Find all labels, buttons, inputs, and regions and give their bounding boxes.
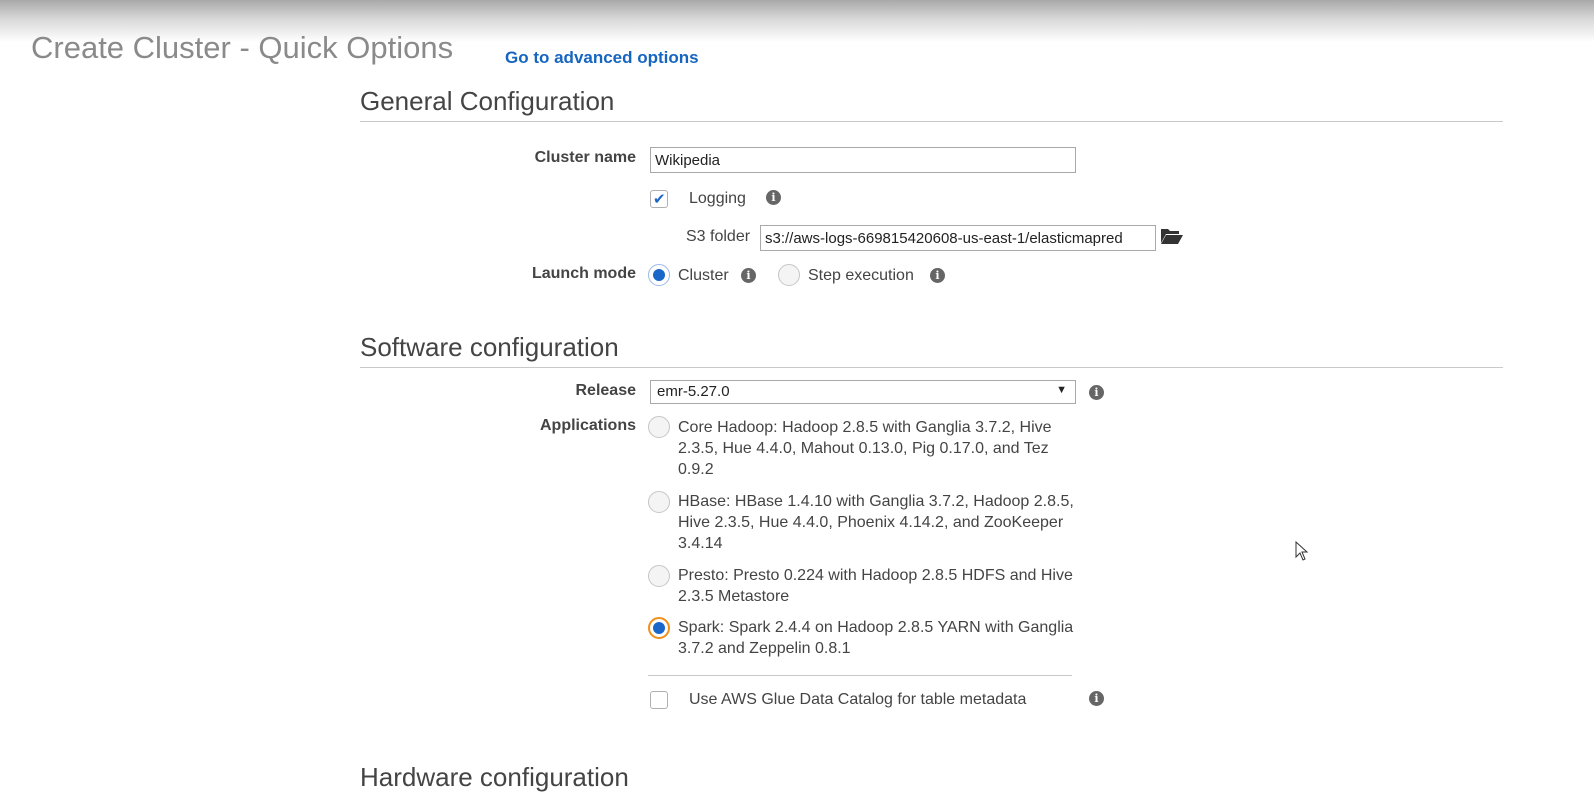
hardware-config-title: Hardware configuration xyxy=(360,762,629,792)
cluster-name-label: Cluster name xyxy=(534,149,636,166)
app-label-spark: Spark: Spark 2.4.4 on Hadoop 2.8.5 YARN … xyxy=(678,619,1074,657)
launch-mode-cluster-label: Cluster xyxy=(678,267,729,284)
software-config-title: Software configuration xyxy=(360,332,619,362)
s3-folder-input[interactable] xyxy=(760,225,1156,251)
page-title: Create Cluster - Quick Options xyxy=(31,30,454,65)
info-icon[interactable]: i xyxy=(1089,385,1104,400)
release-label: Release xyxy=(575,382,637,399)
info-icon[interactable]: i xyxy=(930,268,945,283)
release-selected-value: emr-5.27.0 xyxy=(657,383,730,400)
s3-folder-label: S3 folder xyxy=(686,228,751,245)
launch-mode-step-label: Step execution xyxy=(808,267,914,284)
info-icon[interactable]: i xyxy=(741,268,756,283)
glue-catalog-label: Use AWS Glue Data Catalog for table meta… xyxy=(689,691,1027,708)
app-radio-presto[interactable] xyxy=(648,565,670,587)
app-radio-core-hadoop[interactable] xyxy=(648,416,670,438)
info-icon[interactable]: i xyxy=(1089,691,1104,706)
app-radio-hbase[interactable] xyxy=(648,491,670,513)
applications-divider xyxy=(648,675,1072,676)
mouse-cursor-icon xyxy=(1295,540,1309,566)
launch-mode-step-radio[interactable] xyxy=(778,264,800,286)
advanced-options-link[interactable]: Go to advanced options xyxy=(505,48,699,68)
dropdown-caret-icon: ▼ xyxy=(1056,384,1067,396)
info-icon[interactable]: i xyxy=(766,190,781,205)
app-label-presto: Presto: Presto 0.224 with Hadoop 2.8.5 H… xyxy=(678,567,1073,605)
cluster-name-input[interactable] xyxy=(650,147,1076,173)
glue-catalog-checkbox[interactable] xyxy=(650,691,668,709)
general-config-title: General Configuration xyxy=(360,86,615,116)
checkmark-icon: ✔ xyxy=(653,191,666,208)
logging-checkbox[interactable]: ✔ xyxy=(650,190,668,208)
app-label-core-hadoop: Core Hadoop: Hadoop 2.8.5 with Ganglia 3… xyxy=(678,419,1052,478)
applications-label: Applications xyxy=(539,417,636,434)
section-divider xyxy=(360,121,1503,122)
release-select[interactable]: emr-5.27.0 ▼ xyxy=(650,380,1076,404)
folder-open-icon[interactable] xyxy=(1160,226,1184,251)
app-radio-spark[interactable] xyxy=(648,617,670,639)
logging-label: Logging xyxy=(689,190,746,207)
launch-mode-cluster-radio[interactable] xyxy=(648,264,670,286)
launch-mode-label: Launch mode xyxy=(531,265,636,282)
app-label-hbase: HBase: HBase 1.4.10 with Ganglia 3.7.2, … xyxy=(678,493,1074,552)
section-divider xyxy=(360,367,1503,368)
